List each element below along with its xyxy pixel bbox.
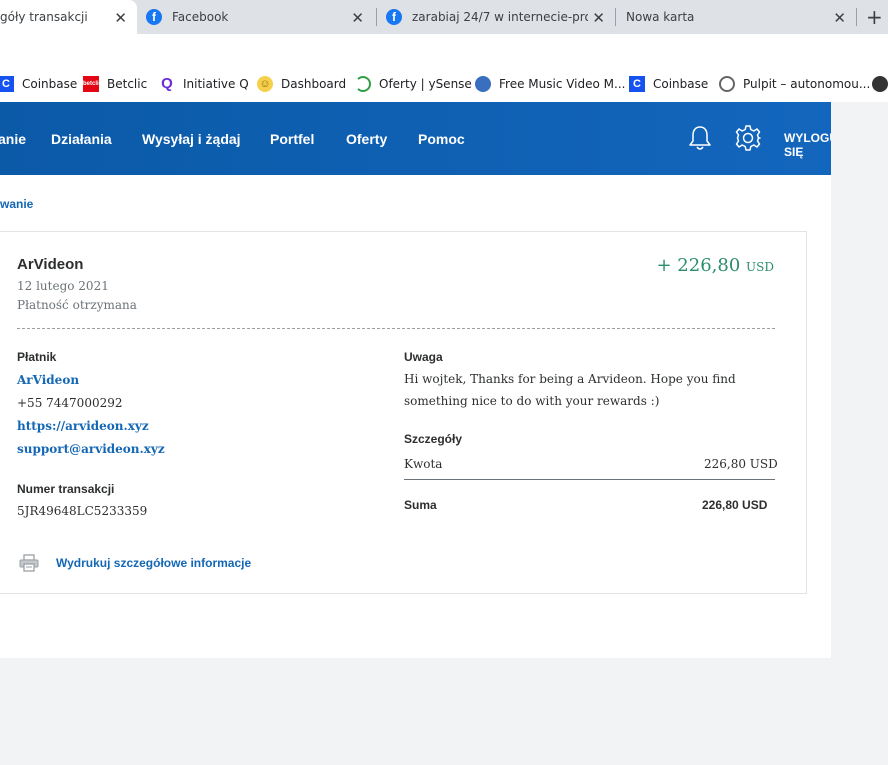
top-navigation: anie Działania Wysyłaj i żądaj Portfel O… (0, 102, 845, 175)
note-text-line-1: Hi wojtek, Thanks for being a Arvideon. … (404, 372, 736, 386)
bookmark-coinbase[interactable]: C Coinbase (0, 66, 77, 102)
print-details-button[interactable]: Wydrukuj szczegółowe informacje (19, 554, 251, 572)
bookmark-initiative-q[interactable]: Q Initiative Q (159, 66, 249, 102)
bookmarks-bar: C Coinbase betclic Betclic Q Initiative … (0, 66, 888, 102)
tab-close-icon[interactable]: ✕ (351, 9, 364, 27)
bookmark-free-music[interactable]: Free Music Video M... (475, 66, 625, 102)
bookmark-globe[interactable] (872, 66, 888, 102)
address-toolbar (0, 34, 888, 66)
coinbase-icon: C (0, 76, 14, 92)
music-icon (475, 76, 491, 92)
transaction-card: ArVideon 12 lutego 2021 Płatność otrzyma… (0, 231, 807, 594)
right-gutter (831, 102, 888, 765)
divider (17, 328, 775, 329)
breadcrumb[interactable]: wanie (0, 197, 33, 211)
nav-item-send-request[interactable]: Wysyłaj i żądaj (142, 131, 241, 147)
note-text-line-2: something nice to do with your rewards :… (404, 394, 660, 408)
amount-value: + 226,80 (656, 255, 741, 276)
bookmark-betclic[interactable]: betclic Betclic (83, 66, 147, 102)
tab-facebook[interactable]: f Facebook ✕ (146, 0, 374, 34)
pulpit-icon (719, 76, 735, 92)
tab-strip: góły transakcji ✕ f Facebook ✕ f zarabia… (0, 0, 888, 34)
nav-item-offers[interactable]: Oferty (346, 131, 387, 147)
tab-title: Nowa karta (626, 10, 695, 24)
transaction-date: 12 lutego 2021 (17, 279, 109, 293)
bookmark-label: Betclic (107, 77, 148, 91)
bookmark-label: Coinbase (22, 77, 78, 91)
total-value: 226,80 USD (702, 498, 768, 512)
bookmark-label: Dashboard (281, 77, 347, 91)
transaction-id: 5JR49648LC5233359 (17, 504, 148, 518)
gear-icon[interactable] (734, 124, 762, 152)
bookmark-pulpit[interactable]: Pulpit – autonomou... (719, 66, 870, 102)
coinbase-icon: C (629, 76, 645, 92)
payer-website-link[interactable]: https://arvideon.xyz (17, 419, 149, 433)
amount-row-label: Kwota (404, 457, 443, 471)
bookmark-label: Initiative Q (183, 77, 249, 91)
ysense-icon (355, 76, 371, 92)
tab-title: Facebook (172, 10, 229, 24)
paypal-page: anie Działania Wysyłaj i żądaj Portfel O… (0, 102, 888, 765)
total-label: Suma (404, 498, 437, 512)
merchant-name: ArVideon (17, 256, 84, 273)
details-rule (404, 479, 775, 480)
bookmark-label: Coinbase (653, 77, 709, 91)
tab-new[interactable]: Nowa karta ✕ (626, 0, 856, 34)
tab-separator (615, 8, 616, 26)
nav-item-summary[interactable]: anie (0, 131, 26, 147)
printer-icon (19, 554, 39, 572)
transaction-status: Płatność otrzymana (17, 298, 137, 312)
payer-email-link[interactable]: support@arvideon.xyz (17, 442, 165, 456)
tab-title: zarabiaj 24/7 w internecie-promo (412, 10, 588, 24)
bookmark-label: Free Music Video M... (499, 77, 626, 91)
bell-icon[interactable] (687, 124, 713, 152)
nav-item-activity[interactable]: Działania (51, 131, 112, 147)
amount-row-value: 226,80 USD (704, 457, 778, 471)
tab-title: góły transakcji (0, 10, 88, 24)
tab-transaction-details[interactable]: góły transakcji ✕ (0, 0, 137, 34)
q-icon: Q (161, 75, 173, 92)
payer-phone: +55 7447000292 (17, 396, 123, 410)
payer-label: Płatnik (17, 350, 57, 364)
note-label: Uwaga (404, 350, 443, 364)
dashboard-icon: ☺ (257, 76, 273, 92)
new-tab-button[interactable]: + (866, 5, 883, 29)
bookmark-label: Pulpit – autonomou... (743, 77, 871, 91)
tab-close-icon[interactable]: ✕ (592, 9, 605, 27)
tab-close-icon[interactable]: ✕ (114, 9, 127, 27)
globe-icon (872, 76, 888, 92)
tab-separator (856, 8, 857, 26)
betclic-icon: betclic (83, 76, 102, 92)
main-content: wanie ArVideon 12 lutego 2021 Płatność o… (0, 175, 831, 658)
tab-close-icon[interactable]: ✕ (833, 9, 846, 27)
details-label: Szczegóły (404, 432, 463, 446)
amount-currency: USD (746, 260, 774, 274)
nav-item-help[interactable]: Pomoc (418, 131, 465, 147)
facebook-icon: f (146, 9, 162, 25)
bookmark-coinbase-2[interactable]: C Coinbase (629, 66, 708, 102)
payer-name-link[interactable]: ArVideon (17, 373, 79, 387)
bookmark-label: Oferty | ySense (379, 77, 472, 91)
facebook-icon: f (386, 9, 402, 25)
transaction-id-label: Numer transakcji (17, 482, 115, 496)
bookmark-ysense[interactable]: Oferty | ySense (355, 66, 472, 102)
tab-separator (376, 8, 377, 26)
nav-item-wallet[interactable]: Portfel (270, 131, 314, 147)
transaction-amount: + 226,80 USD (657, 255, 775, 276)
bookmark-dashboard[interactable]: ☺ Dashboard (257, 66, 346, 102)
tab-zarabiaj[interactable]: f zarabiaj 24/7 w internecie-promo ✕ (386, 0, 615, 34)
print-details-label: Wydrukuj szczegółowe informacje (56, 556, 252, 570)
